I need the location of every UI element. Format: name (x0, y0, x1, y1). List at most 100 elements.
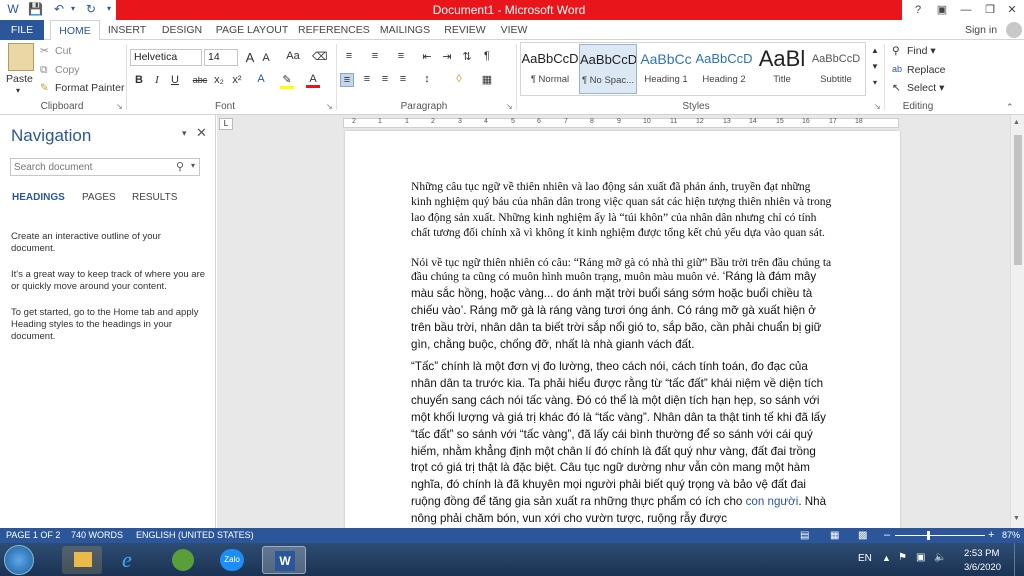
page-count[interactable]: PAGE 1 OF 2 (6, 528, 60, 543)
tab-design[interactable]: DESIGN (158, 20, 206, 40)
paste-icon[interactable] (8, 43, 34, 71)
clock-date[interactable]: 3/6/2020 (964, 562, 1001, 573)
restore-button[interactable]: ❐ (980, 2, 1000, 18)
style-heading-1[interactable]: AaBbCc Heading 1 (637, 44, 695, 94)
collapse-ribbon-icon[interactable]: ⌃ (1006, 102, 1014, 113)
bullets-icon[interactable]: ≡ (342, 50, 356, 62)
search-document-input[interactable] (11, 159, 171, 175)
tab-headings[interactable]: HEADINGS (12, 192, 65, 203)
styles-more-icon[interactable]: ▾ (868, 78, 882, 87)
shrink-font-button[interactable]: A (259, 52, 273, 64)
increase-indent-icon[interactable]: ⇥ (440, 50, 454, 63)
close-button[interactable]: ✕ (1002, 2, 1022, 18)
italic-button[interactable]: I (150, 74, 164, 86)
sign-in-link[interactable]: Sign in (958, 20, 1004, 40)
shading-icon[interactable]: ◊ (452, 73, 466, 85)
style-heading-2[interactable]: AaBbCcD Heading 2 (695, 44, 753, 94)
show-desktop-button[interactable] (1014, 543, 1024, 576)
paragraph-launcher-icon[interactable]: ↘ (506, 102, 513, 111)
show-formatting-icon[interactable]: ¶ (480, 50, 494, 62)
redo-icon[interactable]: ↻ (84, 2, 98, 16)
tab-page-layout[interactable]: PAGE LAYOUT (214, 20, 290, 40)
web-layout-icon[interactable]: ▩ (858, 528, 867, 543)
replace-button[interactable]: ab Replace (892, 64, 946, 76)
font-size-combo[interactable]: 14 (204, 49, 238, 66)
paste-button[interactable]: Paste (6, 73, 33, 85)
styles-launcher-icon[interactable]: ↘ (874, 102, 881, 111)
tab-results[interactable]: RESULTS (132, 192, 177, 203)
select-button[interactable]: ↖ Select ▾ (892, 82, 944, 94)
zoom-in-button[interactable]: + (988, 528, 994, 543)
style-subtitle[interactable]: AaBbCcD Subtitle (807, 44, 865, 94)
borders-icon[interactable]: ▦ (480, 73, 494, 86)
word-count[interactable]: 740 WORDS (71, 528, 123, 543)
nav-close-icon[interactable]: ✕ (196, 125, 207, 141)
undo-dropdown-icon[interactable]: ▾ (66, 2, 80, 16)
cut-button[interactable]: ✂ Cut (40, 45, 71, 57)
strikethrough-button[interactable]: abc (190, 75, 210, 85)
search-icon[interactable]: ⚲ (176, 160, 184, 173)
vertical-scrollbar[interactable]: ▲ ▼ (1010, 115, 1024, 528)
zoom-slider-thumb[interactable] (927, 531, 930, 540)
style-no-spacing[interactable]: AaBbCcD ¶ No Spac... (579, 44, 637, 94)
document-page[interactable]: Những câu tục ngữ về thiên nhiên và lao … (345, 131, 900, 531)
align-left-icon[interactable]: ≡ (340, 73, 354, 87)
nav-options-icon[interactable]: ▾ (182, 128, 187, 139)
zoom-slider[interactable] (895, 535, 985, 536)
clipboard-launcher-icon[interactable]: ↘ (116, 102, 123, 111)
find-button[interactable]: ⚲ Find ▾ (892, 45, 936, 57)
clock-time[interactable]: 2:53 PM (964, 548, 999, 559)
underline-button[interactable]: U (168, 74, 182, 86)
paste-dropdown-icon[interactable]: ▾ (16, 86, 20, 95)
save-icon[interactable]: 💾 (28, 2, 43, 16)
tab-references[interactable]: REFERENCES (298, 20, 370, 40)
tab-mailings[interactable]: MAILINGS (376, 20, 434, 40)
numbering-icon[interactable]: ≡ (368, 50, 382, 62)
justify-icon[interactable]: ≡ (396, 73, 410, 85)
print-layout-icon[interactable]: ▦ (830, 528, 839, 543)
file-explorer-icon[interactable] (62, 546, 102, 574)
tab-selector-icon[interactable]: L (219, 118, 233, 130)
font-launcher-icon[interactable]: ↘ (326, 102, 333, 111)
paragraph-3-link[interactable]: con người (746, 495, 799, 508)
zalo-icon[interactable]: Zalo (212, 546, 252, 574)
style-title[interactable]: AaBl Title (753, 44, 811, 94)
internet-explorer-icon[interactable]: e (112, 546, 152, 574)
paragraph-3[interactable]: “Tấc” chính là một đơn vị đo lường, theo… (411, 359, 833, 528)
paragraph-2-sans[interactable]: đầu chúng ta cũng có muôn hình muôn trạn… (411, 269, 833, 354)
bold-button[interactable]: B (132, 74, 146, 86)
input-language[interactable]: EN (858, 553, 872, 564)
format-painter-button[interactable]: ✎ Format Painter (40, 82, 124, 94)
clear-formatting-icon[interactable]: ⌫ (312, 50, 328, 63)
word-app-icon[interactable]: W (6, 2, 20, 16)
help-button[interactable]: ? (908, 2, 928, 18)
tab-file[interactable]: FILE (0, 20, 44, 40)
decrease-indent-icon[interactable]: ⇤ (420, 50, 434, 63)
start-button[interactable] (4, 545, 34, 575)
user-avatar[interactable] (1006, 22, 1022, 38)
search-document-box[interactable]: ⚲ ▾ (10, 158, 200, 176)
subscript-button[interactable]: x₂ (212, 74, 226, 86)
styles-scroll-down-icon[interactable]: ▼ (868, 62, 882, 71)
line-spacing-icon[interactable]: ↕ (420, 73, 434, 85)
font-color-icon[interactable]: A (306, 73, 320, 88)
styles-scroll-up-icon[interactable]: ▲ (868, 46, 882, 55)
font-name-combo[interactable]: Helvetica (130, 49, 202, 66)
tab-home[interactable]: HOME (50, 20, 100, 41)
minimize-button[interactable]: — (956, 2, 976, 18)
flag-icon[interactable]: ⚑ (898, 552, 907, 563)
multilevel-list-icon[interactable]: ≡ (394, 50, 408, 62)
ribbon-display-icon[interactable]: ▣ (932, 2, 952, 18)
volume-icon[interactable]: 🔈 (934, 552, 946, 563)
tab-insert[interactable]: INSERT (104, 20, 150, 40)
change-case-button[interactable]: Aa (282, 50, 304, 62)
paragraph-1[interactable]: Những câu tục ngữ về thiên nhiên và lao … (411, 179, 833, 241)
tab-pages[interactable]: PAGES (82, 192, 116, 203)
style-normal[interactable]: AaBbCcD ¶ Normal (521, 44, 579, 94)
read-mode-icon[interactable]: ▤ (800, 528, 809, 543)
scroll-up-icon[interactable]: ▲ (1013, 119, 1020, 126)
zoom-out-button[interactable]: – (884, 528, 890, 543)
word-taskbar-icon[interactable]: W (262, 546, 306, 574)
align-right-icon[interactable]: ≡ (378, 73, 392, 85)
language-status[interactable]: ENGLISH (UNITED STATES) (136, 528, 254, 543)
